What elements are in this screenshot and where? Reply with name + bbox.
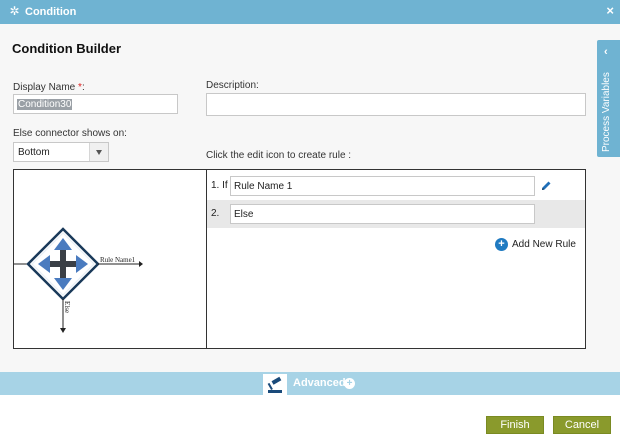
close-icon[interactable]: × — [606, 4, 614, 18]
rule-name-input[interactable]: Else — [230, 204, 535, 224]
process-variables-label: Process Variables — [601, 72, 612, 152]
pencil-icon[interactable] — [540, 180, 552, 192]
rule-connector-label: Rule Name1 — [100, 256, 136, 264]
else-connector-select[interactable]: Bottom — [13, 142, 109, 162]
rule-name-input[interactable]: Rule Name 1 — [230, 176, 535, 196]
else-connector-label: Else — [63, 301, 71, 313]
cancel-button[interactable]: Cancel — [553, 416, 611, 434]
rule-number: 1. If — [211, 180, 228, 191]
else-connector-value: Bottom — [18, 147, 50, 158]
finish-button[interactable]: Finish — [486, 416, 544, 434]
display-name-input[interactable]: Condition30 — [13, 94, 178, 114]
edit-hint-label: Click the edit icon to create rule : — [206, 150, 352, 161]
rule-row: 1. If Rule Name 1 — [207, 172, 585, 200]
display-name-label: Display Name *: — [13, 82, 85, 93]
process-variables-tab[interactable]: ‹ Process Variables — [597, 40, 620, 157]
dialog-body: Condition Builder Display Name *: Condit… — [0, 24, 620, 372]
gear-icon: ✲ — [9, 4, 20, 18]
dialog-title: Condition — [25, 6, 77, 18]
plus-circle-icon: + — [495, 238, 508, 251]
chevron-down-icon[interactable] — [89, 143, 108, 161]
condition-diagram-canvas: Rule Name1 Else — [14, 227, 143, 333]
condition-diagram: Rule Name1 Else — [14, 170, 206, 348]
rule-number: 2. — [211, 208, 220, 219]
dialog-titlebar: ✲ Condition × — [0, 0, 620, 24]
rules-list: 1. If Rule Name 1 2. Else + Add New Rule — [207, 170, 585, 348]
add-new-rule-label: Add New Rule — [512, 239, 576, 250]
dialog-footer: Finish Cancel — [0, 395, 620, 442]
condition-builder-panel: Rule Name1 Else 1. If Rule Name 1 2. Els… — [13, 169, 586, 349]
page-title: Condition Builder — [12, 41, 122, 56]
else-connector-label: Else connector shows on: — [13, 128, 127, 139]
description-input[interactable] — [206, 93, 586, 116]
rule-row: 2. Else — [207, 200, 585, 228]
description-label: Description: — [206, 80, 259, 91]
gavel-icon — [263, 374, 287, 396]
chevron-left-icon: ‹ — [604, 46, 608, 58]
expand-plus-icon[interactable]: + — [344, 378, 355, 389]
advanced-label[interactable]: Advanced — [293, 377, 346, 389]
